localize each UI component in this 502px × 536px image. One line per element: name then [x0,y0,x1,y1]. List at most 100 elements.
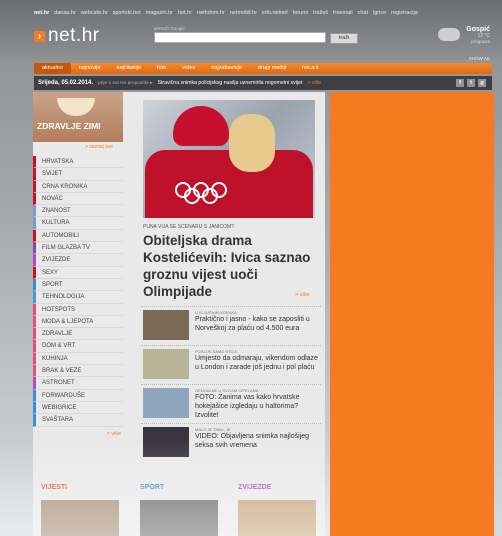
nav-tab[interactable]: drugi mediji [250,63,294,74]
site-logo[interactable]: › net.hr [34,25,100,46]
story-thumbnail[interactable] [143,427,189,457]
sidebar-ad-area [330,92,494,536]
hero-image[interactable] [143,100,315,218]
section-link[interactable]: SVAŠTARA [33,414,123,427]
section-link[interactable]: ZVIJEZDE [33,254,123,267]
portal-link[interactable]: forumi [293,10,308,16]
section-link[interactable]: BRAK & VEZE [33,365,123,378]
weather-city: Gospić [466,26,490,33]
nav-tab[interactable]: najzabavnije [203,63,250,74]
weather-widget[interactable]: Gospić 12 °C prognoza [466,26,490,44]
story-title[interactable]: Praktično i jasno - kako se zaposliti u … [195,315,323,333]
section-link[interactable]: TEHNOLOGIJA [33,291,123,304]
category-heading[interactable]: ZVIJEZDE [238,484,271,491]
main-nav: aktualno najnovije najčitanije foto video naj… [34,63,492,74]
section-link[interactable]: ASTRONET [33,377,123,390]
story-item[interactable]: POSLIJE SAMO STOJI Umjesto da odmaraju, v… [141,345,321,383]
search-input[interactable] [154,32,326,43]
promo-banner[interactable]: ZDRAVLJE ZIMI [33,92,123,142]
section-link[interactable]: ZNANOST [33,205,123,218]
portal-link[interactable]: netmobil.hr [230,10,257,16]
story-thumbnail[interactable] [143,310,189,340]
section-link[interactable]: SEXY [33,266,123,279]
hero-more-link[interactable]: > više [295,292,310,298]
content-column: ZDRAVLJE ZIMI > saznaj sve HRVATSKA SVIJE… [33,92,325,536]
weather-link[interactable]: prognoza [466,39,490,44]
soup-bowl-image [57,98,95,116]
portal-link[interactable]: danas.hr [54,10,75,16]
section-link[interactable]: CRNA KRONIKA [33,180,123,193]
category-image[interactable] [238,500,316,536]
category-image[interactable] [140,500,218,536]
ticker-headline[interactable]: Stravična snimka policijskog nasilja uzn… [157,80,302,86]
story-thumbnail[interactable] [143,349,189,379]
hero-headline[interactable]: Obiteljska drama Kostelićevih: Ivica saz… [143,232,319,300]
portal-link[interactable]: info.netnet [262,10,288,16]
section-link[interactable]: FILM GLAZBA TV [33,242,123,255]
nav-tab[interactable]: najnovije [71,63,109,74]
section-menu: HRVATSKA SVIJET CRNA KRONIKA NOVAC ZNANOST KU… [33,156,123,437]
ticker-prefix: prije 1 sat Ne propustite ▸ [98,80,153,86]
section-link[interactable]: HRVATSKA [33,156,123,169]
section-link[interactable]: NOVAC [33,192,123,206]
nav-tab[interactable]: net.a.š [294,63,327,74]
section-link[interactable]: WEBIGRICE [33,401,123,415]
social-links: f t g [456,79,486,87]
nav-tab[interactable]: aktualno [34,63,71,74]
promo-more-link[interactable]: > saznaj sve [85,144,113,150]
story-item[interactable]: GENIJALNE U SVOJIM CIPELAMA FOTO: Zanima … [141,384,321,422]
show-ad-link[interactable]: SHOW AD [469,56,490,61]
portal-link[interactable]: tražeš [313,10,328,16]
portal-link[interactable]: webcafe.hr [81,10,108,16]
portal-link[interactable]: registracija [391,10,418,16]
section-link[interactable]: AUTOMOBILI [33,229,123,243]
portal-link[interactable]: hot.hr [178,10,192,16]
story-title[interactable]: FOTO: Zanima vas kako hrvatske hokejašic… [195,393,323,420]
nav-tab[interactable]: najčitanije [109,63,149,74]
search-label: pretraži Google [154,26,185,31]
section-link[interactable]: ZDRAVLJE [33,328,123,341]
category-heading[interactable]: SPORT [140,484,164,491]
section-link[interactable]: KULTURA [33,217,123,230]
logo-text: net.hr [48,25,100,46]
category-heading[interactable]: VIJESTI [41,484,67,491]
search-area: pretraži Google traži [154,26,358,44]
section-link[interactable]: HOTSPOTS [33,303,123,316]
google-plus-icon[interactable]: g [478,79,486,87]
date-bar: Srijeda, 05.02.2014. prije 1 sat Ne prop… [34,76,492,90]
cloud-icon [438,28,460,41]
twitter-icon[interactable]: t [467,79,475,87]
portal-link[interactable]: sportski.net [113,10,141,16]
portal-link[interactable]: magazin.hr [146,10,173,16]
hero-helmet-shape [173,106,229,146]
section-link[interactable]: KUHINJA [33,352,123,366]
hero-kicker: PUNA VIJA SE SCENARIJ S JANICOM? [143,224,234,230]
search-button[interactable]: traži [330,33,358,44]
portal-link[interactable]: chat [358,10,368,16]
story-title[interactable]: VIDEO: Objavljena snimka najlošijeg seks… [195,432,323,450]
section-link[interactable]: MODA & LJEPOTA [33,315,123,329]
section-link[interactable]: SVIJET [33,168,123,181]
portal-link[interactable]: freemail [333,10,353,16]
facebook-icon[interactable]: f [456,79,464,87]
story-thumbnail[interactable] [143,388,189,418]
nav-tab[interactable]: video [174,63,203,74]
promo-title: ZDRAVLJE ZIMI [37,121,101,131]
portal-links: net.hr danas.hr webcafe.hr sportski.net maga… [34,10,462,16]
section-link[interactable]: FORWARDUŠE [33,389,123,402]
sections-more-link[interactable]: > više [33,431,123,437]
section-link[interactable]: DOM & VRT [33,340,123,353]
nav-tab[interactable]: foto [149,63,174,74]
ticker-more-link[interactable]: > više [307,80,321,86]
section-link[interactable]: SPORT [33,278,123,292]
story-title[interactable]: Umjesto da odmaraju, vikendom odlaze u L… [195,354,323,372]
portal-link[interactable]: igrice [373,10,386,16]
story-item[interactable]: MALO JE TABU, JE VIDEO: Objavljena snimka… [141,423,321,461]
story-item[interactable]: U KLJUČNIM KORAKA Praktično i jasno - kak… [141,306,321,344]
portal-link[interactable]: nethdom.hr [197,10,225,16]
top-header: net.hr danas.hr webcafe.hr sportski.net maga… [0,0,502,61]
portal-link[interactable]: net.hr [34,10,49,16]
category-image[interactable] [41,500,119,536]
logo-arrow-icon: › [34,30,45,42]
hero-hair-shape [229,114,275,172]
